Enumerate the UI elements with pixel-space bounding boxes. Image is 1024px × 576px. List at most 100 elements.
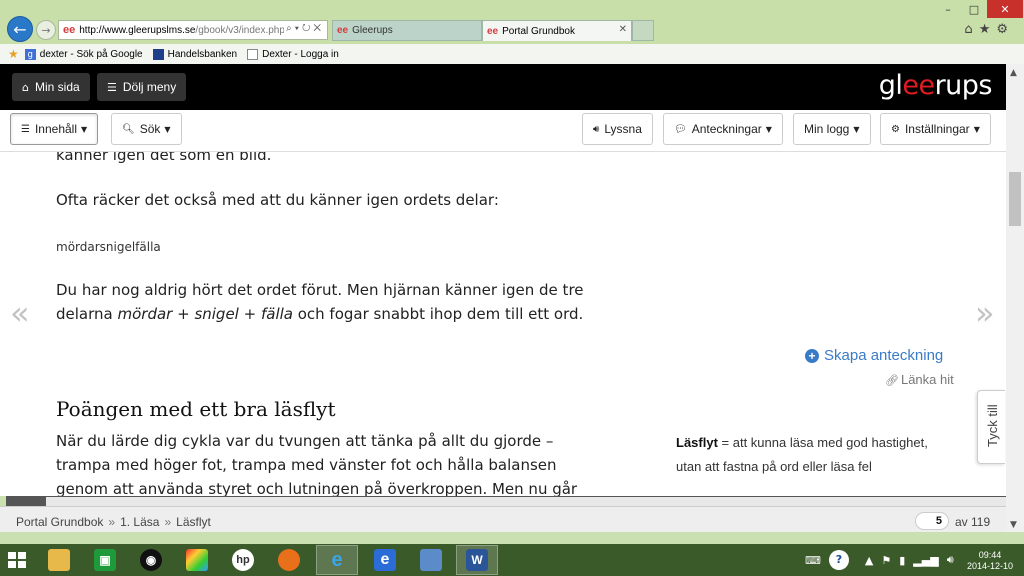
favorites-bar: ★ g dexter - Sök på Google Handelsbanken… — [0, 44, 1024, 64]
forward-button[interactable]: → — [36, 20, 56, 40]
breadcrumb-item[interactable]: 1. Läsa — [120, 515, 159, 529]
breadcrumb: Portal Grundbok » 1. Läsa » Läsflyt — [16, 515, 211, 529]
hp-icon[interactable]: hp — [222, 545, 264, 575]
chevron-down-icon: ▼ — [765, 124, 772, 134]
tray-expand-icon[interactable]: ▲ — [865, 554, 873, 567]
windows-taskbar: ▣ ◉ hp e e W ⌨ ? ▲ ⚑ ▮ ▂▄▆ 🔊︎ 09:44 2014… — [0, 544, 1024, 576]
paragraph-hort: Du har nog aldrig hört det ordet förut. … — [56, 278, 616, 326]
paragraph-ofta: Ofta räcker det också med att du känner … — [56, 191, 499, 209]
favorites-add-icon[interactable]: ★ — [8, 47, 19, 61]
window-close-button[interactable]: ✕ — [987, 0, 1023, 18]
dolj-meny-label: Dölj meny — [122, 80, 177, 94]
new-tab-button[interactable] — [632, 20, 654, 41]
firefox-icon[interactable] — [268, 545, 310, 575]
tab-label: Portal Grundbok — [502, 25, 575, 37]
ie-site-icon: ee — [63, 24, 76, 36]
chevron-down-icon: ▼ — [973, 124, 980, 134]
definition-sidenote: Läsflyt = att kunna läsa med god hastigh… — [676, 431, 956, 479]
window-minimize-button[interactable]: – — [935, 0, 961, 18]
dolj-meny-button[interactable]: ☰ Dölj meny — [97, 73, 187, 101]
installningar-dropdown[interactable]: ⚙ Inställningar ▼ — [880, 113, 991, 145]
next-page-icon[interactable]: » — [975, 294, 995, 332]
plus-circle-icon: + — [805, 348, 819, 363]
address-bar[interactable]: ee http://www.gleerupslms.se/gbook/v3/in… — [58, 20, 328, 40]
favorite-google[interactable]: g dexter - Sök på Google — [24, 48, 143, 60]
store-icon[interactable]: ▣ — [84, 545, 126, 575]
home-icon: ⌂ — [22, 80, 29, 94]
scroll-up-icon[interactable]: ▲ — [1010, 68, 1017, 78]
remote-desktop-icon[interactable] — [410, 545, 452, 575]
network-icon[interactable]: ▂▄▆ — [913, 554, 938, 567]
comment-icon: 💬︎ — [674, 123, 687, 135]
internet-explorer-2-icon[interactable]: e — [364, 545, 406, 575]
page-total: av 119 — [955, 515, 991, 529]
skapa-anteckning-link[interactable]: + Skapa anteckning — [805, 347, 943, 364]
site-header: ⌂ Min sida ☰ Dölj meny gleerups — [0, 64, 1006, 110]
link-icon: 🔗︎ — [885, 374, 899, 387]
windows-start-icon[interactable] — [8, 552, 26, 568]
google-icon: g — [24, 48, 36, 60]
tyck-till-label: Tyck till — [985, 404, 1000, 447]
breadcrumb-separator: » — [164, 515, 172, 529]
lyssna-button[interactable]: 🔊︎ Lyssna — [582, 113, 653, 145]
keyboard-icon[interactable]: ⌨ — [805, 554, 821, 567]
favorite-dexter[interactable]: Dexter - Logga in — [247, 48, 339, 60]
tab-portal-grundbok[interactable]: ee Portal Grundbok ✕ — [482, 20, 632, 41]
scrollbar-thumb[interactable] — [1009, 172, 1021, 226]
progress-fill — [6, 497, 46, 506]
reading-progress-bar — [6, 496, 1006, 506]
word-icon[interactable]: W — [456, 545, 498, 575]
word-snigel: snigel — [194, 305, 239, 323]
tab-close-icon[interactable]: ✕ — [619, 24, 627, 35]
anteckningar-label: Anteckningar — [691, 122, 762, 136]
scroll-down-icon[interactable]: ▼ — [1010, 520, 1017, 530]
innehall-dropdown[interactable]: ☰ Innehåll ▼ — [10, 113, 99, 145]
media-player-icon[interactable]: ◉ — [130, 545, 172, 575]
breadcrumb-item[interactable]: Portal Grundbok — [16, 515, 103, 529]
file-explorer-icon[interactable] — [38, 545, 80, 575]
paint-icon[interactable] — [176, 545, 218, 575]
vertical-scrollbar[interactable]: ▲ ▼ — [1006, 64, 1024, 532]
back-button[interactable]: ← — [7, 16, 33, 42]
anteckningar-dropdown[interactable]: 💬︎ Anteckningar ▼ — [663, 113, 783, 145]
speaker-icon: 🔊︎ — [593, 123, 600, 135]
page-number-input[interactable]: 5 — [915, 512, 949, 530]
settings-gear-icon[interactable]: ⚙ — [996, 22, 1014, 37]
handelsbanken-icon — [152, 48, 164, 60]
url-host: http://www.gleerupslms.se — [79, 24, 196, 36]
min-logg-dropdown[interactable]: Min logg ▼ — [793, 113, 871, 145]
installningar-label: Inställningar — [904, 122, 970, 136]
battery-icon[interactable]: ▮ — [899, 554, 905, 567]
chevron-down-icon: ▼ — [81, 124, 88, 134]
gear-icon: ⚙ — [891, 123, 900, 135]
favorite-handelsbanken[interactable]: Handelsbanken — [152, 48, 237, 60]
internet-explorer-icon[interactable]: e — [316, 545, 358, 575]
help-icon[interactable]: ? — [828, 550, 849, 570]
flag-icon[interactable]: ⚑ — [881, 554, 891, 567]
innehall-label: Innehåll — [34, 122, 78, 136]
browser-toolbar-icons: ⌂★⚙ — [964, 22, 1014, 37]
tyck-till-tab[interactable]: Tyck till — [977, 390, 1005, 464]
volume-icon[interactable]: 🔊︎ — [947, 553, 954, 567]
min-logg-label: Min logg — [804, 122, 850, 136]
lyssna-label: Lyssna — [604, 122, 642, 136]
home-icon[interactable]: ⌂ — [964, 22, 978, 37]
previous-page-icon[interactable]: « — [10, 294, 30, 332]
taskbar-clock[interactable]: 09:44 2014-12-10 — [965, 550, 1015, 572]
paragraph-line: När du lärde dig cykla var du tvungen at… — [56, 432, 554, 450]
menu-bars-icon: ☰ — [107, 80, 117, 94]
paragraph-cykla: När du lärde dig cykla var du tvungen at… — [56, 429, 616, 496]
tab-gleerups[interactable]: ee Gleerups — [332, 20, 482, 41]
lanka-hit-label: Länka hit — [900, 372, 954, 387]
paragraph-line: Du har nog aldrig hört det ordet förut. … — [56, 281, 584, 299]
min-sida-button[interactable]: ⌂ Min sida — [12, 73, 90, 101]
favorites-star-icon[interactable]: ★ — [979, 22, 997, 37]
lanka-hit-link[interactable]: 🔗︎ Länka hit — [885, 372, 954, 387]
search-icon: 🔍︎ — [122, 123, 135, 135]
window-maximize-button[interactable]: □ — [961, 0, 987, 18]
address-actions-icon[interactable]: ⌕▾↻✕ — [284, 23, 324, 34]
sok-dropdown[interactable]: 🔍︎ Sök ▼ — [111, 113, 182, 145]
breadcrumb-item[interactable]: Läsflyt — [176, 515, 211, 529]
section-heading: Poängen med ett bra läsflyt — [56, 397, 336, 421]
min-sida-label: Min sida — [34, 80, 80, 94]
